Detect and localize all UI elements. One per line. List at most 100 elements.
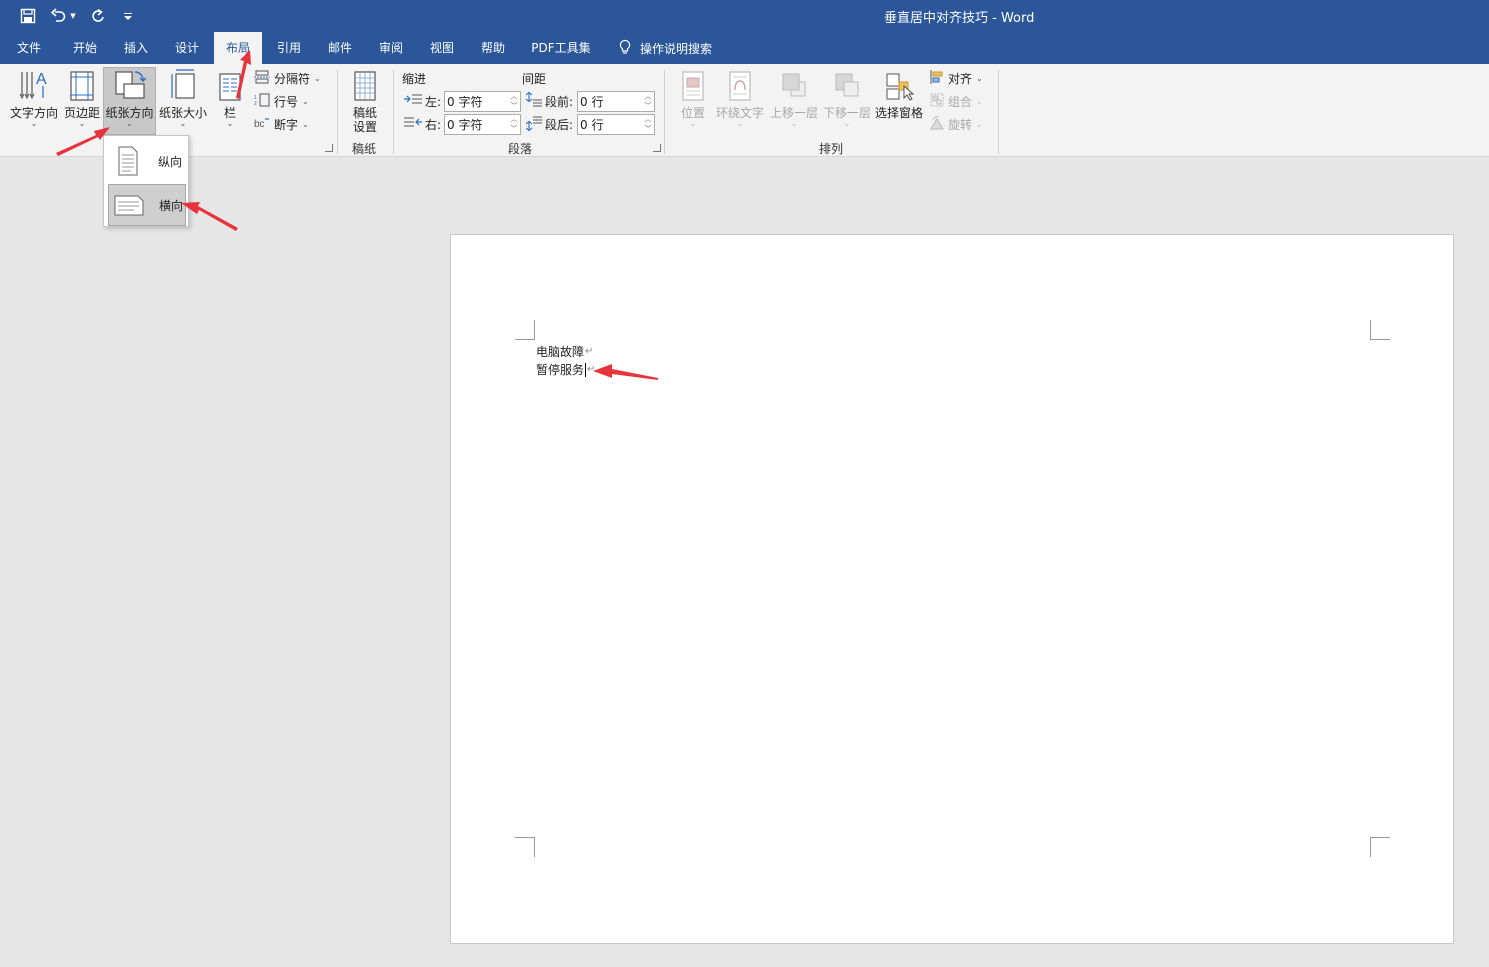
spin-up-icon[interactable]: ︿ — [511, 115, 518, 124]
breaks-icon — [254, 70, 270, 87]
quick-access-toolbar: ▼ — [18, 6, 138, 26]
paragraph-mark-icon: ↵ — [587, 364, 596, 375]
indent-right-label: 右: — [425, 117, 442, 132]
arrange-group-label: 排列 — [819, 142, 844, 156]
indent-right-input[interactable]: 0 字符 ︿ ﹀ — [444, 114, 521, 135]
tab-home[interactable]: 开始 — [62, 32, 108, 64]
tab-view[interactable]: 视图 — [419, 32, 465, 64]
selection-pane-button[interactable]: 选择窗格 — [874, 68, 924, 132]
spin-down-icon[interactable]: ﹀ — [511, 102, 518, 111]
margins-icon — [68, 70, 96, 102]
line-numbers-button[interactable]: 12 行号 ⌄ — [254, 91, 309, 111]
portrait-page-icon — [108, 146, 148, 176]
orientation-landscape-item[interactable]: 横向 — [108, 184, 186, 226]
orientation-menu: 纵向 横向 — [103, 135, 189, 227]
text-direction-button[interactable]: A 文字方向 ⌄ — [8, 68, 60, 132]
size-button[interactable]: 纸张大小 ⌄ — [157, 68, 209, 132]
svg-text:A: A — [36, 71, 47, 88]
spin-up-icon[interactable]: ︿ — [511, 92, 518, 101]
spin-up-icon[interactable]: ︿ — [645, 92, 652, 101]
space-before-input[interactable]: 0 行 ︿ ﹀ — [577, 91, 655, 112]
redo-icon[interactable] — [88, 6, 108, 26]
page-size-icon — [168, 69, 198, 102]
page-setup-launcher-icon[interactable] — [325, 144, 333, 152]
document-line[interactable]: 电脑故障 ↵ — [536, 343, 593, 360]
space-before-icon — [525, 91, 542, 111]
ribbon: A 文字方向 ⌄ 页边距 ⌄ 纸张方向 ⌄ 纸张大小 ⌄ 栏 ⌄ 分隔符 ⌄ 1… — [0, 64, 1489, 157]
paragraph-mark-icon: ↵ — [585, 346, 594, 357]
margin-corner-top-left — [515, 320, 535, 340]
margins-button[interactable]: 页边距 ⌄ — [62, 68, 102, 132]
paragraph-launcher-icon[interactable] — [653, 144, 661, 152]
send-backward-icon — [833, 70, 861, 102]
spin-down-icon[interactable]: ﹀ — [645, 125, 652, 134]
wrap-text-button[interactable]: 环绕文字 ⌄ — [714, 68, 766, 132]
breaks-button[interactable]: 分隔符 ⌄ — [254, 68, 321, 88]
hyphenation-icon: bc — [254, 116, 270, 133]
draft-settings-button[interactable]: 稿纸 设置 — [345, 68, 385, 134]
hyphenation-button[interactable]: bc 断字 ⌄ — [254, 114, 309, 134]
lightbulb-icon — [618, 39, 632, 58]
send-backward-button[interactable]: 下移一层 ⌄ — [821, 68, 873, 132]
indent-left-label: 左: — [425, 94, 442, 109]
margin-corner-bottom-left — [515, 837, 535, 857]
spin-down-icon[interactable]: ﹀ — [645, 102, 652, 111]
selection-pane-icon — [884, 70, 914, 102]
spin-up-icon[interactable]: ︿ — [645, 115, 652, 124]
tab-mailings[interactable]: 邮件 — [317, 32, 363, 64]
align-icon — [930, 69, 944, 87]
tab-design[interactable]: 设计 — [164, 32, 210, 64]
group-icon — [930, 93, 944, 110]
customize-icon[interactable] — [118, 6, 138, 26]
margin-corner-bottom-right — [1370, 837, 1390, 857]
bring-forward-button[interactable]: 上移一层 ⌄ — [768, 68, 820, 132]
indent-right-icon — [404, 117, 422, 132]
tab-file[interactable]: 文件 — [8, 32, 50, 64]
rotate-icon — [930, 115, 944, 133]
tab-pdf-tools[interactable]: PDF工具集 — [525, 32, 597, 64]
title-bar: ▼ 垂直居中对齐技巧 - Word — [0, 0, 1489, 32]
draft-group-label: 稿纸 — [352, 142, 377, 156]
draft-paper-icon — [352, 70, 378, 102]
indent-label: 缩进 — [402, 72, 427, 86]
spacing-label: 间距 — [522, 72, 547, 86]
tab-references[interactable]: 引用 — [266, 32, 312, 64]
space-after-input[interactable]: 0 行 ︿ ﹀ — [577, 114, 655, 135]
columns-icon — [217, 70, 243, 102]
position-icon — [680, 70, 706, 102]
save-icon[interactable] — [18, 6, 38, 26]
annotation-arrow-icon — [181, 202, 238, 231]
tab-review[interactable]: 审阅 — [368, 32, 414, 64]
position-button[interactable]: 位置 ⌄ — [675, 68, 711, 132]
tell-me-search[interactable]: 操作说明搜索 — [618, 32, 712, 64]
tab-help[interactable]: 帮助 — [470, 32, 516, 64]
paragraph-group-label: 段落 — [508, 142, 533, 156]
space-after-label: 段后: — [545, 117, 574, 132]
tab-insert[interactable]: 插入 — [113, 32, 159, 64]
columns-button[interactable]: 栏 ⌄ — [212, 68, 248, 132]
ribbon-tabs: 文件 开始 插入 设计 布局 引用 邮件 审阅 视图 帮助 PDF工具集 操作说… — [0, 32, 1489, 64]
space-after-icon — [525, 115, 542, 134]
indent-left-input[interactable]: 0 字符 ︿ ﹀ — [444, 91, 521, 112]
align-button[interactable]: 对齐 ⌄ — [930, 68, 983, 88]
rotate-button[interactable]: 旋转 ⌄ — [930, 114, 983, 134]
document-line[interactable]: 暂停服务 ↵ — [536, 361, 595, 378]
tab-layout[interactable]: 布局 — [214, 32, 262, 64]
margin-corner-top-right — [1370, 320, 1390, 340]
landscape-page-icon — [109, 194, 149, 216]
text-cursor — [585, 362, 587, 377]
svg-text:2: 2 — [254, 101, 257, 107]
undo-icon[interactable]: ▼ — [48, 6, 78, 26]
document-page[interactable]: 电脑故障 ↵ 暂停服务 ↵ — [450, 234, 1454, 944]
orientation-icon — [113, 70, 147, 102]
orientation-portrait-item[interactable]: 纵向 — [108, 140, 186, 182]
orientation-button[interactable]: 纸张方向 ⌄ — [103, 67, 156, 135]
line-numbers-icon: 12 — [254, 93, 270, 110]
svg-text:bc: bc — [254, 119, 265, 130]
tell-me-label: 操作说明搜索 — [640, 41, 713, 56]
text-direction-icon: A — [17, 70, 51, 102]
group-button[interactable]: 组合 ⌄ — [930, 91, 983, 111]
wrap-text-icon — [727, 70, 753, 102]
window-title: 垂直居中对齐技巧 - Word — [884, 11, 1035, 26]
spin-down-icon[interactable]: ﹀ — [511, 125, 518, 134]
